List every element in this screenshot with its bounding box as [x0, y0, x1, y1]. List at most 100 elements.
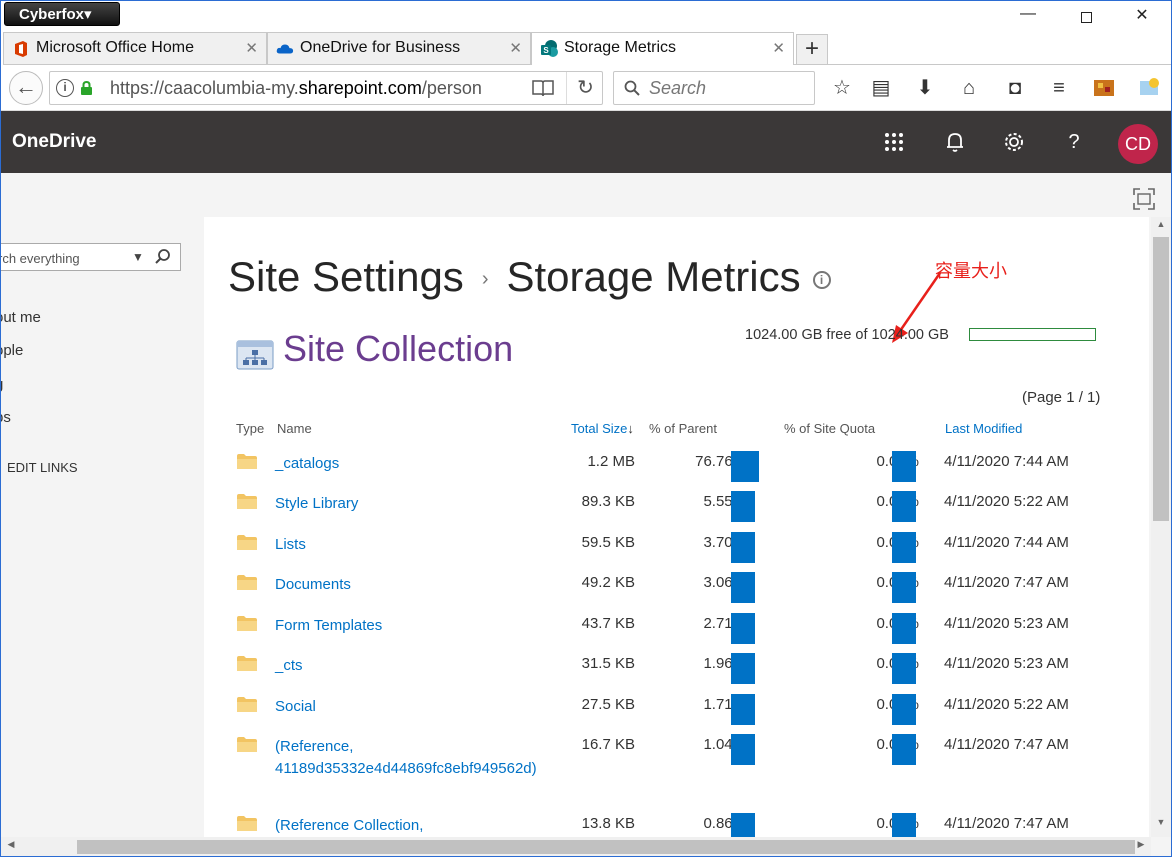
app-menu-button[interactable]: Cyberfox▾ — [4, 2, 120, 26]
search-scope-dropdown-icon[interactable]: ▼ — [132, 250, 144, 264]
site-search-placeholder: rch everything — [0, 251, 80, 266]
pct-parent-bar — [731, 653, 755, 684]
tab-close-button[interactable]: ✕ — [772, 39, 785, 57]
downloads-icon[interactable]: ⬇ — [912, 75, 938, 101]
folder-icon — [237, 656, 257, 671]
focus-mode-icon[interactable] — [1132, 187, 1156, 211]
tab-onedrive[interactable]: OneDrive for Business ✕ — [267, 32, 531, 64]
extension-icon[interactable] — [1136, 75, 1162, 101]
column-header-type: Type — [236, 421, 265, 436]
back-button[interactable]: ← — [9, 71, 43, 105]
item-name-link[interactable]: Style Library — [275, 493, 358, 515]
url-text[interactable]: https://caacolumbia-my.sharepoint.com/pe… — [110, 78, 506, 99]
info-icon[interactable]: i — [812, 270, 831, 289]
pct-parent-bar — [731, 532, 755, 563]
tab-office-home[interactable]: Microsoft Office Home ✕ — [3, 32, 267, 64]
pct-parent-bar — [731, 734, 755, 765]
reload-button[interactable]: ↻ — [566, 72, 604, 104]
search-placeholder: Search — [649, 78, 707, 98]
content-area: rch everything ▼ out me ople g ps EDIT L… — [0, 173, 1171, 856]
item-name-link[interactable]: Form Templates — [275, 615, 382, 637]
tab-storage-metrics[interactable]: S Storage Metrics ✕ — [531, 32, 794, 65]
scroll-right-icon[interactable]: ▶ — [1133, 839, 1149, 850]
minimize-button[interactable]: — — [1005, 5, 1051, 29]
item-total-size: 43.7 KB — [581, 615, 635, 632]
table-row: Lists59.5 KB3.70%0.00%4/11/2020 7:44 AM — [204, 529, 1149, 569]
maximize-button[interactable] — [1063, 5, 1109, 29]
search-input[interactable]: Search — [613, 71, 815, 105]
item-name-link[interactable]: (Reference Collection, — [275, 815, 423, 837]
tab-strip: Microsoft Office Home ✕ OneDrive for Bus… — [3, 32, 1171, 65]
table-row: Style Library89.3 KB5.55%0.00%4/11/2020 … — [204, 488, 1149, 528]
nav-link-blog[interactable]: g — [1, 376, 3, 393]
avatar[interactable]: CD — [1118, 124, 1158, 164]
tab-title: OneDrive for Business — [300, 39, 461, 56]
breadcrumb-site-settings[interactable]: Site Settings — [228, 253, 464, 300]
scroll-left-icon[interactable]: ◀ — [3, 839, 19, 850]
pct-parent-bar — [731, 813, 755, 837]
section-title: Site Collection — [283, 328, 514, 369]
item-last-modified: 4/11/2020 7:44 AM — [944, 534, 1069, 551]
lock-icon — [81, 81, 92, 95]
pct-quota-bar — [892, 613, 916, 644]
tab-close-button[interactable]: ✕ — [245, 39, 258, 57]
item-name-link[interactable]: (Reference, 41189d35332e4d44869fc8ebf9495… — [275, 736, 537, 780]
pct-quota-bar — [892, 813, 916, 837]
item-last-modified: 4/11/2020 7:47 AM — [944, 736, 1069, 753]
item-name-link[interactable]: _cts — [275, 655, 303, 677]
app-launcher-icon[interactable] — [881, 129, 907, 155]
extension-icon[interactable] — [1091, 75, 1117, 101]
table-row: (Reference Collection,13.8 KB0.86%0.00%4… — [204, 810, 1149, 837]
item-total-size: 49.2 KB — [581, 574, 635, 591]
item-name-link[interactable]: Social — [275, 696, 316, 718]
nav-link-people[interactable]: ople — [1, 342, 23, 359]
table-row: Documents49.2 KB3.06%0.00%4/11/2020 7:47… — [204, 569, 1149, 609]
quota-usage-bar — [969, 328, 1096, 341]
item-last-modified: 4/11/2020 5:23 AM — [944, 615, 1069, 632]
new-tab-button[interactable]: + — [796, 34, 828, 64]
horizontal-scrollbar[interactable]: ◀ ▶ — [1, 837, 1151, 856]
column-header-last-modified[interactable]: Last Modified — [945, 421, 1022, 436]
menu-icon[interactable]: ≡ — [1046, 75, 1072, 101]
bookmark-star-icon[interactable]: ☆ — [829, 75, 855, 101]
table-row: _catalogs1.2 MB76.76%0.00%4/11/2020 7:44… — [204, 448, 1149, 488]
search-icon[interactable] — [154, 248, 172, 266]
home-icon[interactable]: ⌂ — [956, 75, 982, 101]
office-icon — [15, 41, 27, 57]
page-title: Site Settings › Storage Metrics i — [228, 253, 831, 301]
breadcrumb-storage-metrics: Storage Metrics — [506, 253, 801, 300]
nav-link-about-me[interactable]: out me — [1, 309, 41, 326]
vertical-scrollbar[interactable]: ▲ ▼ — [1151, 217, 1171, 837]
tab-close-button[interactable]: ✕ — [509, 39, 522, 57]
scroll-down-icon[interactable]: ▼ — [1151, 817, 1171, 835]
nav-link-apps[interactable]: ps — [1, 409, 11, 426]
bookmarks-list-icon[interactable]: ▤ — [868, 75, 894, 101]
table-row: _cts31.5 KB1.96%0.00%4/11/2020 5:23 AM — [204, 650, 1149, 690]
item-last-modified: 4/11/2020 5:23 AM — [944, 655, 1069, 672]
settings-gear-icon[interactable] — [1001, 129, 1027, 155]
item-name-link[interactable]: Lists — [275, 534, 306, 556]
item-total-size: 89.3 KB — [581, 493, 635, 510]
item-total-size: 27.5 KB — [581, 696, 635, 713]
url-bar[interactable]: i https://caacolumbia-my.sharepoint.com/… — [49, 71, 603, 105]
help-icon[interactable]: ? — [1061, 129, 1087, 155]
pct-quota-bar — [892, 491, 916, 522]
close-window-button[interactable]: ✕ — [1119, 5, 1165, 29]
pct-quota-bar — [892, 734, 916, 765]
notifications-bell-icon[interactable] — [942, 129, 968, 155]
scroll-up-icon[interactable]: ▲ — [1151, 219, 1171, 237]
item-name-link[interactable]: _catalogs — [275, 453, 339, 475]
folder-icon — [237, 575, 257, 590]
reader-view-icon[interactable] — [532, 79, 554, 97]
horizontal-scroll-thumb[interactable] — [77, 840, 1135, 854]
svg-text:S: S — [543, 46, 549, 55]
site-search-input[interactable]: rch everything ▼ — [0, 243, 181, 271]
onedrive-brand-link[interactable]: OneDrive — [12, 131, 96, 153]
column-header-total-size[interactable]: Total Size↓ — [571, 421, 634, 436]
pocket-icon[interactable]: ◘ — [1002, 75, 1028, 101]
site-info-icon[interactable]: i — [56, 79, 74, 97]
vertical-scroll-thumb[interactable] — [1153, 237, 1169, 521]
folder-icon — [237, 535, 257, 550]
item-name-link[interactable]: Documents — [275, 574, 351, 596]
edit-links-button[interactable]: EDIT LINKS — [7, 460, 78, 475]
